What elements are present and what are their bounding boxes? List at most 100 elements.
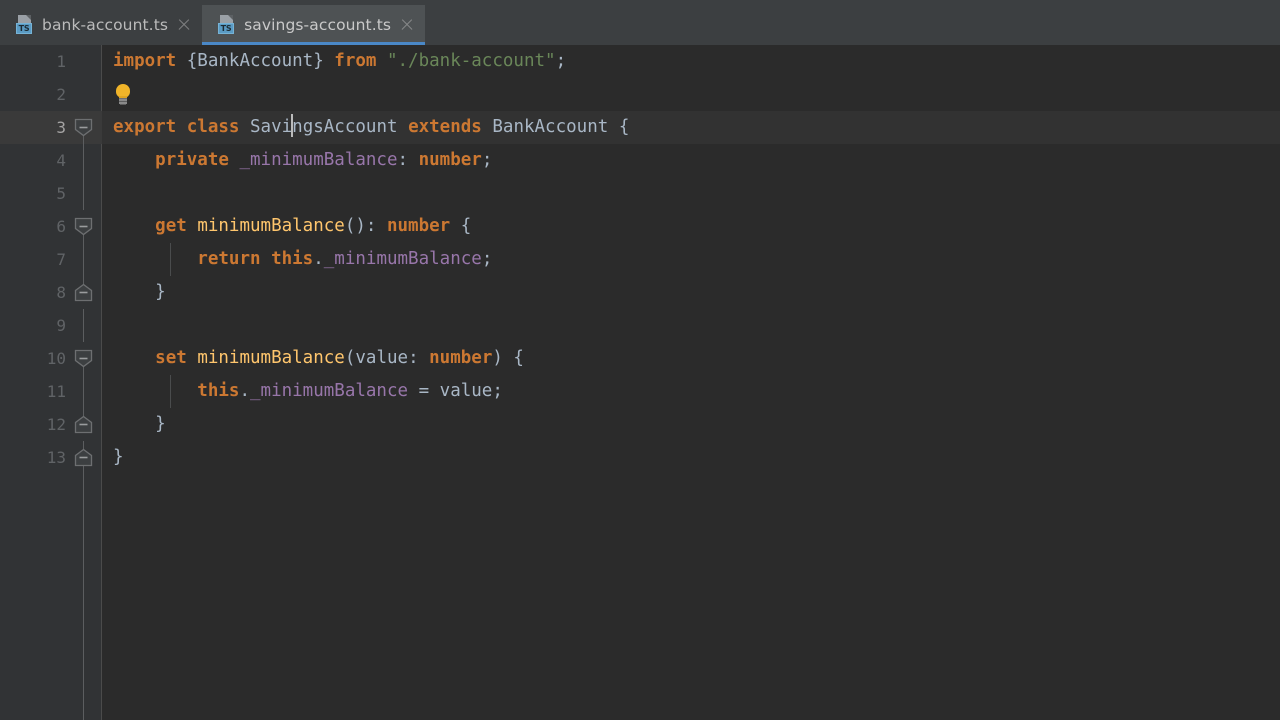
line-number: 5: [56, 184, 66, 203]
code-line-3[interactable]: 3 export class SavingsAccount extends Ban…: [0, 111, 1280, 144]
code-token: from: [334, 51, 377, 71]
fold-collapse-icon[interactable]: [74, 118, 93, 137]
code-token: _minimumBalance: [250, 381, 409, 401]
code-token: (: [344, 348, 356, 368]
code-token: minimumBalance: [197, 216, 345, 236]
code-line-8[interactable]: 8 }: [0, 276, 1280, 309]
code-line-text: return this._minimumBalance;: [102, 243, 1280, 276]
editor-tab-1[interactable]: TS savings-account.ts: [202, 5, 426, 45]
code-line-text: [102, 78, 1280, 111]
code-token: :: [408, 348, 430, 368]
code-token: }: [113, 414, 166, 434]
fold-collapse-icon[interactable]: [74, 349, 93, 368]
indent-guide: [170, 375, 171, 408]
line-number: 6: [56, 217, 66, 236]
code-line-12[interactable]: 12 }: [0, 408, 1280, 441]
line-number: 4: [56, 151, 66, 170]
code-line-text: set minimumBalance(value: number) {: [102, 342, 1280, 375]
code-token: }: [113, 282, 166, 302]
fold-expand-icon[interactable]: [74, 448, 93, 467]
fold-expand-icon[interactable]: [74, 415, 93, 434]
code-token: ) {: [492, 348, 524, 368]
code-line-text: }: [102, 441, 1280, 474]
code-line-text: }: [102, 276, 1280, 309]
code-line-4[interactable]: 4 private _minimumBalance: number;: [0, 144, 1280, 177]
code-token: this: [271, 249, 314, 269]
code-line-7[interactable]: 7 return this._minimumBalance;: [0, 243, 1280, 276]
fold-gutter-cell[interactable]: [66, 243, 102, 276]
code-token: return: [197, 249, 261, 269]
fold-gutter-cell[interactable]: [66, 177, 102, 210]
code-token: get: [155, 216, 187, 236]
fold-gutter-cell[interactable]: [66, 210, 102, 243]
line-number: 13: [46, 448, 66, 467]
fold-region-line: [83, 243, 84, 276]
fold-region-line: [83, 177, 84, 210]
fold-gutter-cell[interactable]: [66, 276, 102, 309]
close-icon[interactable]: [399, 17, 415, 33]
editor-tab-bar: TS bank-account.ts TS savings-account.ts: [0, 5, 1280, 45]
code-token: ;: [492, 381, 503, 401]
code-token: minimumBalance: [197, 348, 345, 368]
fold-gutter-cell[interactable]: [66, 408, 102, 441]
fold-gutter-cell[interactable]: [66, 78, 102, 111]
code-token: ;: [481, 249, 493, 269]
code-line-10[interactable]: 10 set minimumBalance(value: number) {: [0, 342, 1280, 375]
line-number: 7: [56, 250, 66, 269]
code-editor[interactable]: 1 import {BankAccount} from "./bank-accou…: [0, 45, 1280, 720]
indent-guide: [170, 243, 171, 276]
code-line-text: this._minimumBalance = value;: [102, 375, 1280, 408]
code-line-13[interactable]: 13}: [0, 441, 1280, 474]
fold-gutter-cell[interactable]: [66, 309, 102, 342]
fold-gutter-cell[interactable]: [66, 45, 102, 78]
code-token: =: [408, 381, 440, 401]
lightbulb-intention-icon[interactable]: [113, 83, 133, 105]
code-line-text: }: [102, 408, 1280, 441]
code-line-9[interactable]: 9: [0, 309, 1280, 342]
code-line-2[interactable]: 2: [0, 78, 1280, 111]
code-token: value: [439, 381, 493, 401]
code-line-6[interactable]: 6 get minimumBalance(): number {: [0, 210, 1280, 243]
fold-gutter-cell[interactable]: [66, 144, 102, 177]
code-line-text: import {BankAccount} from "./bank-accoun…: [102, 45, 1280, 78]
code-line-5[interactable]: 5: [0, 177, 1280, 210]
code-token: number: [386, 216, 451, 236]
code-token: set: [155, 348, 187, 368]
fold-gutter-cell[interactable]: [66, 375, 102, 408]
code-line-11[interactable]: 11 this._minimumBalance = value;: [0, 375, 1280, 408]
fold-gutter-cell[interactable]: [66, 441, 102, 474]
line-number: 12: [46, 415, 66, 434]
editor-tab-label: savings-account.ts: [244, 16, 392, 34]
code-token: _minimumBalance: [323, 249, 482, 269]
code-line-1[interactable]: 1 import {BankAccount} from "./bank-accou…: [0, 45, 1280, 78]
code-token: ():: [344, 216, 387, 236]
fold-collapse-icon[interactable]: [74, 217, 93, 236]
fold-region-line: [83, 144, 84, 177]
line-number: 9: [56, 316, 66, 335]
fold-expand-icon[interactable]: [74, 283, 93, 302]
fold-region-tail-line: [83, 474, 84, 720]
fold-region-line: [83, 375, 84, 408]
code-token: "./bank-account": [386, 51, 556, 71]
code-token: number: [418, 150, 482, 170]
close-icon[interactable]: [176, 17, 192, 33]
code-token: this: [197, 381, 240, 401]
fold-gutter-cell[interactable]: [66, 111, 102, 144]
fold-gutter-cell[interactable]: [66, 342, 102, 375]
code-token: class: [186, 117, 240, 137]
line-number: 1: [56, 52, 66, 71]
editor-tab-0[interactable]: TS bank-account.ts: [0, 5, 203, 45]
fold-region-line: [83, 309, 84, 342]
editor-tab-label: bank-account.ts: [42, 16, 169, 34]
